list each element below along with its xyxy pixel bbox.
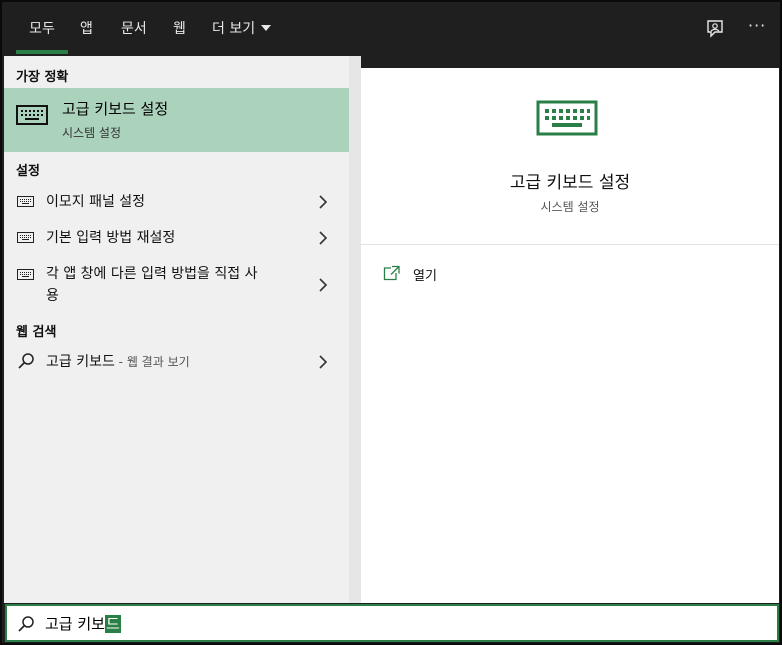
chevron-right-icon (319, 195, 328, 209)
open-action-label: 열기 (413, 269, 437, 284)
keyboard-icon (16, 105, 48, 125)
best-match-item[interactable]: 고급 키보드 설정 시스템 설정 (4, 88, 349, 152)
keyboard-icon (17, 232, 34, 243)
settings-item-label: 기본 입력 방법 재설정 (46, 230, 176, 246)
tab-more[interactable]: 더 보기 (212, 4, 272, 56)
pane-divider (349, 56, 361, 603)
tab-web[interactable]: 웹 (173, 4, 186, 56)
best-match-heading: 가장 정확 (16, 70, 69, 85)
web-search-query: 고급 키보드 (46, 354, 115, 370)
settings-heading: 설정 (16, 164, 40, 179)
chevron-right-icon (319, 355, 328, 369)
settings-item-reset-input[interactable]: 기본 입력 방법 재설정 (4, 224, 349, 252)
preview-divider (361, 244, 779, 245)
settings-item-emoji-panel[interactable]: 이모지 패널 설정 (4, 188, 349, 216)
open-icon (383, 265, 400, 281)
settings-item-label-line2: 용 (46, 288, 59, 304)
caret-down-icon (261, 25, 272, 31)
more-options-icon[interactable]: ··· (748, 16, 770, 38)
web-search-hint: - 웹 결과 보기 (114, 355, 190, 369)
tab-documents[interactable]: 문서 (121, 4, 147, 56)
search-composing-char: 드 (104, 615, 121, 633)
scope-tab-bar: 모두 앱 문서 웹 더 보기 ··· (4, 4, 780, 56)
tab-apps[interactable]: 앱 (80, 4, 93, 56)
preview-title: 고급 키보드 설정 (509, 173, 631, 193)
search-box[interactable]: 고급 키보드 (5, 604, 779, 642)
keyboard-icon (536, 100, 598, 136)
settings-item-per-app-input[interactable]: 각 앱 창에 다른 입력 방법을 직접 사 용 (4, 260, 349, 310)
preview-subtitle: 시스템 설정 (540, 200, 600, 214)
keyboard-icon (17, 269, 34, 280)
web-search-heading: 웹 검색 (16, 325, 57, 340)
web-search-item[interactable]: 고급 키보드 - 웹 결과 보기 (4, 348, 349, 376)
results-pane: 가장 정확 고급 키보드 설정 시스템 설정 설정 이모지 패널 설정 기본 입… (4, 56, 350, 603)
web-search-label: 고급 키보드 - 웹 결과 보기 (46, 351, 190, 373)
keyboard-icon (17, 196, 34, 207)
tab-more-label: 더 보기 (212, 21, 256, 37)
settings-item-label-line1: 각 앱 창에 다른 입력 방법을 직접 사 (46, 266, 258, 282)
search-icon (18, 616, 34, 632)
chevron-right-icon (319, 278, 328, 292)
settings-item-label: 이모지 패널 설정 (46, 194, 146, 210)
search-icon (18, 353, 34, 369)
search-typed-text: 고급 키보 (45, 615, 105, 633)
best-match-title: 고급 키보드 설정 (62, 100, 169, 118)
best-match-subtitle: 시스템 설정 (62, 126, 122, 140)
chevron-right-icon (319, 231, 328, 245)
search-window: 모두 앱 문서 웹 더 보기 ··· 가장 정확 고급 키보드 설정 시스템 설… (0, 0, 782, 645)
feedback-icon[interactable] (704, 18, 726, 40)
preview-pane: 고급 키보드 설정 시스템 설정 열기 (361, 68, 779, 603)
tab-all[interactable]: 모두 (16, 4, 68, 56)
search-input[interactable]: 고급 키보드 (45, 613, 121, 635)
